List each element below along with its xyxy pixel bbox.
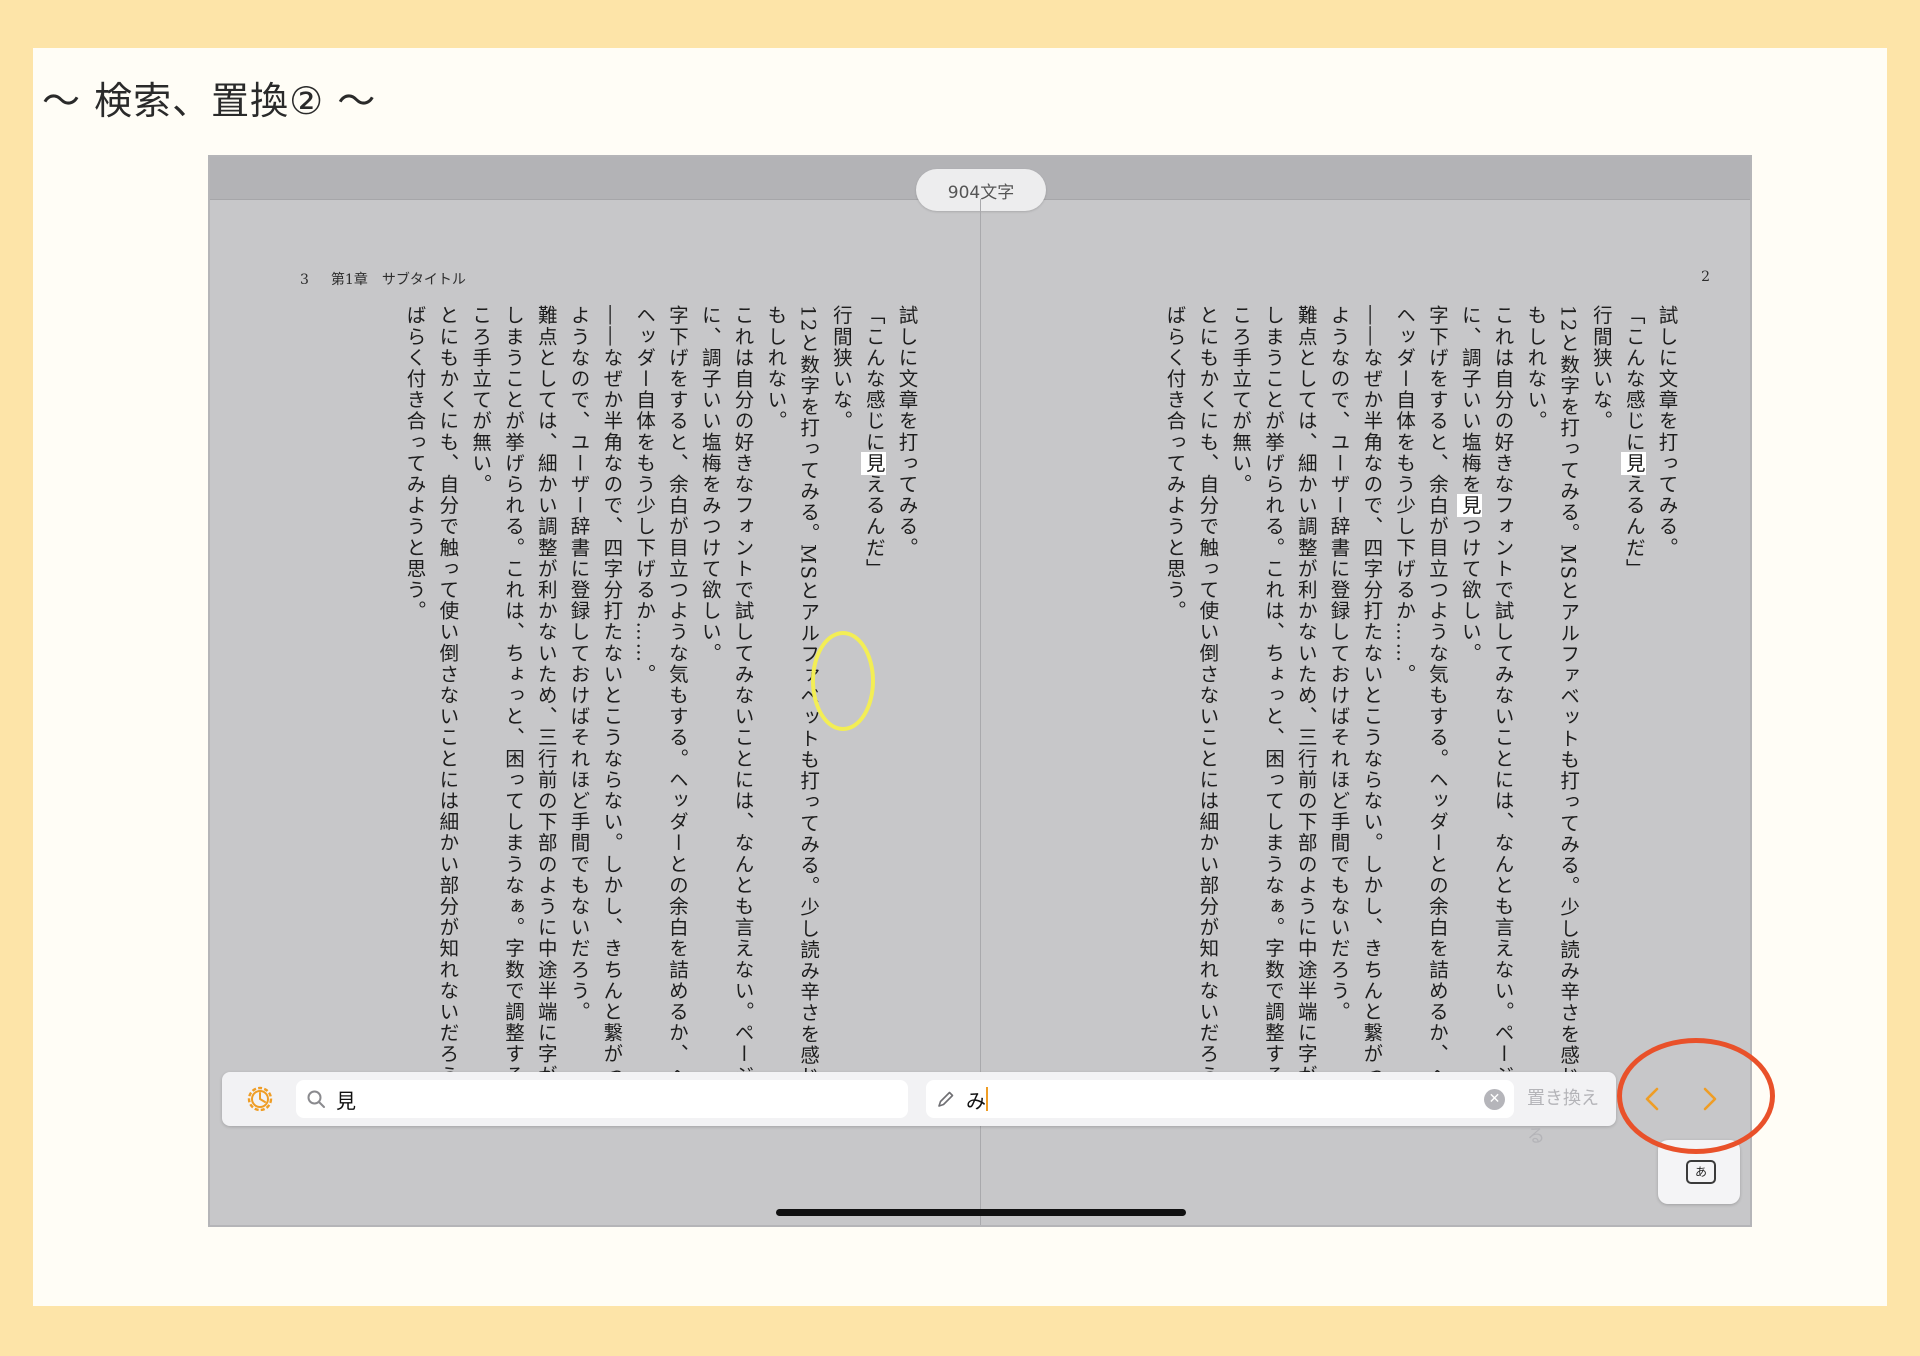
replace-field[interactable]: ✕ (926, 1080, 1514, 1118)
search-icon (307, 1090, 325, 1108)
text-line: ようなので、ユーザー辞書に登録しておけばそれほど手間でもないだろう。 (1327, 305, 1351, 1023)
text-line: 難点としては、細かい調整が利かないため、三行前の下部のように中途半端に字が離れて (1294, 305, 1318, 1095)
find-replace-bar: ✕ 置き換える (222, 1072, 1717, 1147)
vertical-text[interactable]: 試しに文章を打ってみる。 「こんな感じに見えるんだ」 行間狭いな。 12と数字を… (1157, 305, 1682, 1095)
text-line: しまうことが挙げられる。これは、ちょっと、困ってしまうなぁ。字数で調整するのと (1261, 305, 1285, 1095)
text-line: 試しに文章を打ってみる。 (1655, 305, 1678, 559)
text-line: 試しに文章を打ってみる。 (895, 305, 918, 559)
clear-icon[interactable]: ✕ (1484, 1089, 1505, 1110)
text-line: ――なぜか半角なので、四字分打たないとこうならない。しかし、きちんと繋がってくれ… (599, 305, 623, 1095)
text-line: これは自分の好きなフォントで試してみないことには、なんとも言えない。ページ (1491, 305, 1515, 1086)
char-count-badge[interactable]: 904文字 (916, 169, 1046, 211)
text-line: 難点としては、細かい調整が利かないため、三行前の下部のように中途半端に字が離れて (534, 305, 558, 1095)
gear-icon[interactable] (244, 1083, 276, 1115)
text-line: 12と数字を打ってみる。MSとアルファベットも打ってみる。少し読み辛さを感じる (1556, 305, 1580, 1095)
search-match-highlight: 見 (1458, 494, 1482, 517)
search-input[interactable] (336, 1080, 896, 1118)
text-line: ようなので、ユーザー辞書に登録しておけばそれほど手間でもないだろう。 (567, 305, 591, 1023)
pencil-icon (938, 1091, 954, 1107)
text-line: に、調子いい塩梅を見つけて欲しい。 (1458, 305, 1482, 664)
red-annotation-circle (1617, 1038, 1775, 1154)
text-line: ヘッダー自体をもう少し下げるか……。 (1392, 305, 1416, 685)
text-line: ころ手立てが無い。 (1228, 305, 1252, 495)
text-line: ――なぜか半角なので、四字分打たないとこうならない。しかし、きちんと繋がってくれ… (1359, 305, 1383, 1095)
text-line: しまうことが挙げられる。これは、ちょっと、困ってしまうなぁ。字数で調整するのと (501, 305, 525, 1095)
text-line: ばらく付き合ってみようと思う。 (1163, 305, 1187, 622)
text-line: ヘッダー自体をもう少し下げるか……。 (632, 305, 656, 685)
text-line: 字下げをすると、余白が目立つような気もする。ヘッダーとの余白を詰めるか、ヘッダー… (665, 305, 689, 1095)
keyboard-icon: あ (1686, 1160, 1716, 1184)
text-line: とにもかくにも、自分で触って使い倒さないことには細かい部分が知れないだろう、し (435, 305, 459, 1095)
text-line: ばらく付き合ってみようと思う。 (403, 305, 427, 622)
page-number: 3 (300, 272, 309, 288)
text-line: 字下げをすると、余白が目立つような気もする。ヘッダーとの余白を詰めるか、ヘッダー… (1425, 305, 1449, 1095)
text-line: ころ手立てが無い。 (468, 305, 492, 495)
search-field[interactable] (296, 1080, 908, 1118)
yellow-annotation-circle (811, 631, 875, 731)
page-number: 2 (1701, 269, 1710, 285)
text-line: 行間狭いな。 (1589, 305, 1613, 432)
text-line: もしれない。 (1523, 305, 1547, 432)
text-caret (986, 1087, 988, 1111)
editor-screen: 904文字 3 第1章 サブタイトル 試しに文章を打ってみる。 「こんな感じに見え… (210, 157, 1750, 1225)
chapter-title: 第1章 サブタイトル (330, 272, 466, 288)
text-line: とにもかくにも、自分で触って使い倒さないことには細かい部分が知れないだろう、し (1195, 305, 1219, 1095)
search-match-highlight: 見 (1622, 452, 1646, 474)
right-page[interactable]: 2 試しに文章を打ってみる。 「こんな感じに見えるんだ」 行間狭いな。 12と数… (990, 257, 1730, 1117)
replace-button[interactable]: 置き換える (1527, 1080, 1616, 1147)
slide-title: 〜 検索、置換② 〜 (42, 79, 377, 123)
text-line: に、調子いい塩梅をみつけて欲しい。 (698, 305, 722, 664)
text-line: これは自分の好きなフォントで試してみないことには、なんとも言えない。ページ (731, 305, 755, 1086)
text-line: もしれない。 (763, 305, 787, 432)
text-line: 「こんな感じに見えるんだ」 (1622, 305, 1646, 580)
search-match-highlight: 見 (862, 452, 886, 474)
page-header: 3 第1章 サブタイトル (300, 269, 466, 289)
replace-input[interactable] (966, 1080, 1466, 1118)
home-indicator[interactable] (776, 1209, 1186, 1216)
